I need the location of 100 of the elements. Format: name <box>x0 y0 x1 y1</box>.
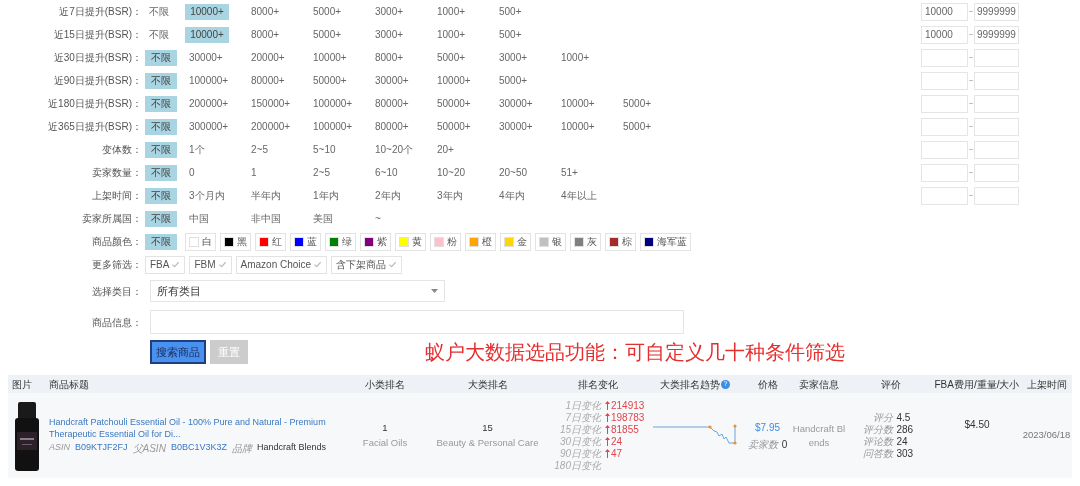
filter-option[interactable]: 美国 <box>309 210 367 227</box>
filter-option[interactable]: 10~20 <box>433 164 491 181</box>
filter-option[interactable]: 1个 <box>185 141 243 158</box>
filter-option[interactable]: 20+ <box>433 141 491 158</box>
filter-option[interactable]: 50000+ <box>433 95 491 112</box>
color-option[interactable]: 白 <box>185 232 216 251</box>
category-dropdown[interactable]: 所有类目 <box>150 280 445 302</box>
filter-option[interactable]: 10000+ <box>433 72 491 89</box>
filter-option[interactable]: 半年内 <box>247 187 305 204</box>
filter-option[interactable]: 500+ <box>495 3 553 20</box>
filter-option[interactable]: 20~50 <box>495 164 553 181</box>
filter-option[interactable]: 10000+ <box>185 3 229 20</box>
filter-option[interactable]: 30000+ <box>185 49 243 66</box>
filter-option[interactable]: 3000+ <box>371 3 429 20</box>
filter-option[interactable]: 200000+ <box>185 95 243 112</box>
filter-option[interactable]: 不限 <box>145 164 177 181</box>
filter-option[interactable]: 1000+ <box>433 26 491 43</box>
filter-option[interactable]: 10000+ <box>557 118 615 135</box>
filter-option[interactable]: 80000+ <box>371 95 429 112</box>
color-option[interactable]: 黄 <box>395 232 426 251</box>
filter-option[interactable]: 1000+ <box>557 49 615 66</box>
filter-option[interactable]: 20000+ <box>247 49 305 66</box>
filter-option[interactable]: 5~10 <box>309 141 367 158</box>
filter-option[interactable]: 30000+ <box>371 72 429 89</box>
range-min-field[interactable] <box>921 48 968 67</box>
range-min-field[interactable] <box>921 163 968 182</box>
range-max-field[interactable] <box>974 94 1019 113</box>
filter-option[interactable]: 5000+ <box>619 118 677 135</box>
filter-option[interactable]: 不限 <box>145 95 177 112</box>
filter-option[interactable]: 80000+ <box>371 118 429 135</box>
filter-option[interactable]: 4年内 <box>495 187 553 204</box>
filter-option[interactable]: 不限 <box>145 233 177 250</box>
range-min-field[interactable] <box>921 94 968 113</box>
color-option[interactable]: 粉 <box>430 232 461 251</box>
color-option[interactable]: 海军蓝 <box>640 232 691 251</box>
filter-option[interactable]: 5000+ <box>619 95 677 112</box>
filter-option[interactable]: 1000+ <box>433 3 491 20</box>
filter-option[interactable]: 2~5 <box>309 164 367 181</box>
filter-option[interactable]: 5000+ <box>309 26 367 43</box>
color-option[interactable]: 红 <box>255 232 286 251</box>
filter-option[interactable]: 不限 <box>145 187 177 204</box>
filter-checkbox[interactable]: 含下架商品 <box>331 255 403 274</box>
filter-option[interactable]: 不限 <box>145 26 177 43</box>
filter-option[interactable]: 不限 <box>145 72 177 89</box>
filter-option[interactable]: 3年内 <box>433 187 491 204</box>
filter-option[interactable]: 8000+ <box>247 26 305 43</box>
filter-checkbox[interactable]: FBM <box>189 255 232 274</box>
range-max-field[interactable] <box>974 48 1019 67</box>
filter-option[interactable]: 4年以上 <box>557 187 615 204</box>
range-max-field[interactable] <box>974 71 1019 90</box>
color-option[interactable]: 银 <box>535 232 566 251</box>
filter-option[interactable]: 10~20个 <box>371 141 429 158</box>
filter-option[interactable]: 200000+ <box>247 118 305 135</box>
filter-option[interactable]: 51+ <box>557 164 615 181</box>
filter-option[interactable]: 100000+ <box>309 95 367 112</box>
filter-option[interactable]: 10000+ <box>309 49 367 66</box>
filter-option[interactable]: 150000+ <box>247 95 305 112</box>
color-option[interactable]: 棕 <box>605 232 636 251</box>
color-option[interactable]: 蓝 <box>290 232 321 251</box>
range-min-field[interactable]: 10000 <box>921 25 968 44</box>
filter-option[interactable]: 2~5 <box>247 141 305 158</box>
filter-option[interactable]: 30000+ <box>495 95 553 112</box>
product-title-link[interactable]: Handcraft Patchouli Essential Oil - 100% Pure and Natural - Premium Therapeutic Essential Oil for Di... <box>49 415 339 440</box>
parent-asin-link[interactable]: B0BC1V3K3Z <box>170 441 227 455</box>
filter-checkbox[interactable]: FBA <box>145 255 186 274</box>
filter-option[interactable]: 不限 <box>145 210 177 227</box>
filter-option[interactable]: 8000+ <box>247 3 305 20</box>
filter-option[interactable]: 2年内 <box>371 187 429 204</box>
range-min-field[interactable] <box>921 117 968 136</box>
range-min-field[interactable] <box>921 140 968 159</box>
color-option[interactable]: 黑 <box>220 232 251 251</box>
filter-option[interactable]: 非中国 <box>247 210 305 227</box>
search-button[interactable]: 搜索商品 <box>150 340 206 364</box>
filter-option[interactable]: 1年内 <box>309 187 367 204</box>
range-max-field[interactable]: 9999999 <box>974 25 1019 44</box>
filter-option[interactable]: 100000+ <box>309 118 367 135</box>
filter-option[interactable]: 10000+ <box>557 95 615 112</box>
filter-option[interactable]: 3000+ <box>371 26 429 43</box>
filter-option[interactable]: 5000+ <box>495 72 553 89</box>
filter-option[interactable]: 3000+ <box>495 49 553 66</box>
filter-option[interactable]: 10000+ <box>185 26 229 43</box>
color-option[interactable]: 绿 <box>325 232 356 251</box>
color-option[interactable]: 金 <box>500 232 531 251</box>
range-max-field[interactable] <box>974 186 1019 205</box>
color-option[interactable]: 灰 <box>570 232 601 251</box>
filter-option[interactable]: 5000+ <box>433 49 491 66</box>
product-info-field[interactable] <box>150 310 684 334</box>
filter-option[interactable]: 1 <box>247 164 305 181</box>
range-max-field[interactable] <box>974 117 1019 136</box>
filter-option[interactable]: 50000+ <box>433 118 491 135</box>
filter-option[interactable]: 80000+ <box>247 72 305 89</box>
filter-option[interactable]: 6~10 <box>371 164 429 181</box>
filter-option[interactable]: 3个月内 <box>185 187 243 204</box>
range-min-field[interactable]: 10000 <box>921 2 968 21</box>
range-min-field[interactable] <box>921 186 968 205</box>
filter-option[interactable]: 500+ <box>495 26 553 43</box>
range-max-field[interactable] <box>974 140 1019 159</box>
filter-option[interactable]: 不限 <box>145 49 177 66</box>
filter-option[interactable]: 50000+ <box>309 72 367 89</box>
filter-option[interactable]: 中国 <box>185 210 243 227</box>
